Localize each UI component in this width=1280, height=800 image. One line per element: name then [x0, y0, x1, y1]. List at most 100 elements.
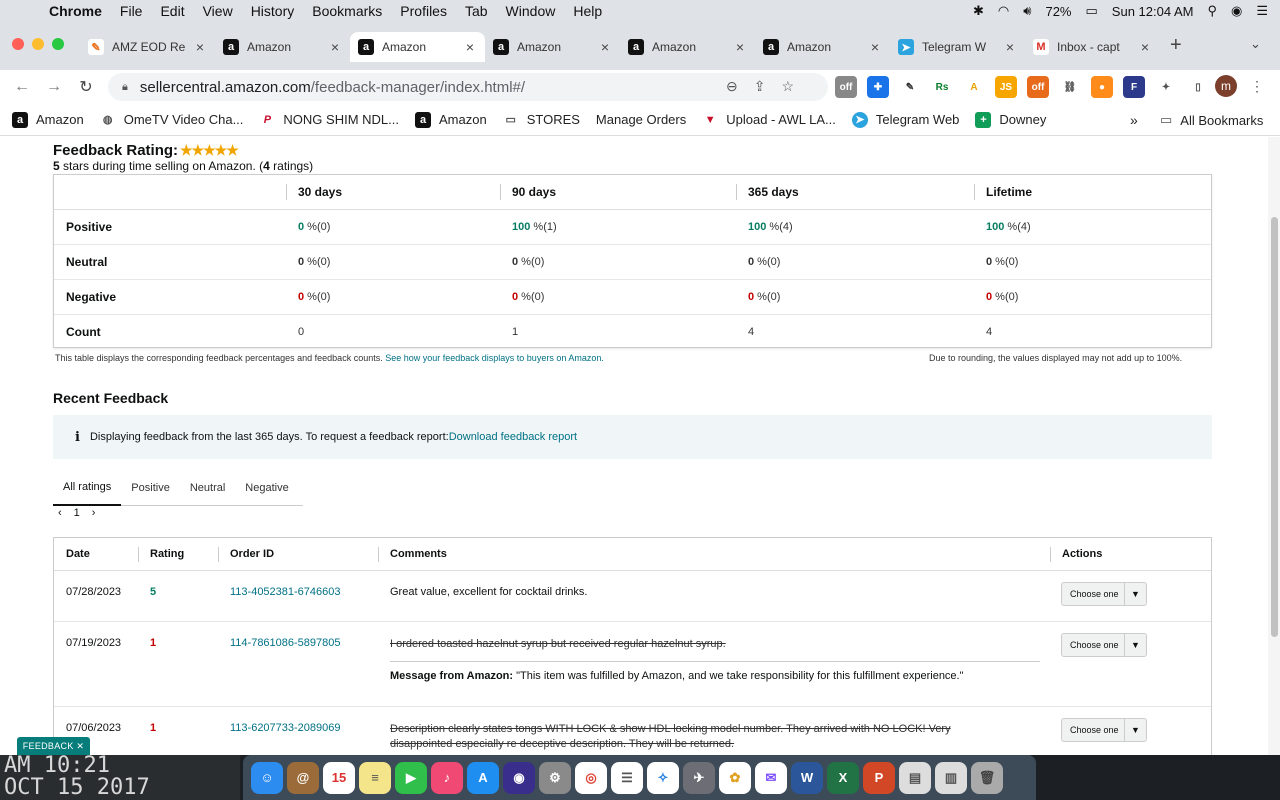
bookmark-stores[interactable]: ▭ STORES — [503, 112, 580, 128]
menubar-clock[interactable]: Sun 12:04 AM — [1112, 4, 1194, 19]
close-tab-icon[interactable]: × — [733, 39, 747, 55]
download-feedback-report-link[interactable]: Download feedback report — [449, 431, 577, 443]
system-preferences-icon[interactable]: ⚙ — [539, 761, 571, 794]
browser-tab[interactable]: a Amazon × — [485, 32, 620, 62]
reload-button[interactable]: ↻ — [70, 77, 102, 97]
finder-icon[interactable]: ☺ — [251, 761, 283, 794]
bookmark-nongshim[interactable]: P NONG SHIM NDL... — [259, 112, 399, 128]
close-tab-icon[interactable]: × — [868, 39, 882, 55]
menu-file[interactable]: File — [111, 3, 152, 19]
choose-action-dropdown[interactable]: Choose one ▼ — [1061, 718, 1147, 742]
reminders-icon[interactable]: ☰ — [611, 761, 643, 794]
minimize-window-button[interactable] — [32, 38, 44, 50]
forward-button[interactable]: → — [38, 78, 70, 96]
close-tab-icon[interactable]: × — [328, 39, 342, 55]
bookmark-downey[interactable]: + Downey — [975, 111, 1046, 128]
lock-icon[interactable]: 🔒︎ — [122, 81, 128, 94]
photos-icon[interactable]: ✿ — [719, 761, 751, 794]
menu-history[interactable]: History — [242, 3, 304, 19]
bookmark-upload-awl[interactable]: ▼ Upload - AWL LA... — [702, 112, 836, 128]
extension-f-icon[interactable]: F — [1123, 76, 1145, 98]
calendar-icon[interactable]: 15 — [323, 761, 355, 794]
browser-tab[interactable]: ➤ Telegram W × — [890, 32, 1025, 62]
new-tab-button[interactable]: + — [1170, 34, 1182, 57]
bookmarks-overflow-button[interactable]: » — [1130, 112, 1138, 128]
close-tab-icon[interactable]: × — [193, 39, 207, 55]
menu-bookmarks[interactable]: Bookmarks — [303, 3, 391, 19]
browser-tab[interactable]: a Amazon × — [350, 32, 485, 62]
order-id-link[interactable]: 113-4052381-6746603 — [230, 586, 341, 598]
volume-icon[interactable]: 🔊︎ — [1023, 3, 1031, 19]
trash-icon[interactable]: 🗑︎ — [971, 761, 1003, 794]
back-button[interactable]: ← — [6, 78, 38, 96]
powerpoint-icon[interactable]: P — [863, 761, 895, 794]
browser-tab[interactable]: M Inbox - capt × — [1025, 32, 1160, 62]
order-id-link[interactable]: 114-7861086-5897805 — [230, 637, 341, 649]
choose-action-dropdown[interactable]: Choose one ▼ — [1061, 582, 1147, 606]
messenger-icon[interactable]: ✉ — [755, 761, 787, 794]
bluetooth-icon[interactable]: ✱ — [973, 3, 984, 19]
browser-tab[interactable]: ✎ AMZ EOD Re × — [80, 32, 215, 62]
close-tab-icon[interactable]: × — [1138, 39, 1152, 55]
close-tab-icon[interactable]: × — [598, 39, 612, 55]
extension-blue-icon[interactable]: ✚ — [867, 76, 889, 98]
contacts-icon[interactable]: @ — [287, 761, 319, 794]
app-store-icon[interactable]: A — [467, 761, 499, 794]
battery-icon[interactable]: ▭ — [1086, 3, 1098, 19]
extension-link-icon[interactable]: ⛓ — [1059, 76, 1081, 98]
bookmark-manage-orders[interactable]: Manage Orders — [596, 112, 686, 127]
browser-tab[interactable]: a Amazon × — [215, 32, 350, 62]
document-stack-icon[interactable]: ▤ — [899, 761, 931, 794]
extension-ascii-icon[interactable]: A — [963, 76, 985, 98]
extension-orange-icon[interactable]: ● — [1091, 76, 1113, 98]
order-id-link[interactable]: 113-6207733-2089069 — [230, 722, 341, 734]
extension-js-icon[interactable]: JS — [995, 76, 1017, 98]
menu-edit[interactable]: Edit — [151, 3, 193, 19]
extension-coupon-icon[interactable]: off — [1027, 76, 1049, 98]
feedback-widget-button[interactable]: FEEDBACK ✕ — [17, 737, 90, 755]
music-icon[interactable]: ♪ — [431, 761, 463, 794]
menu-help[interactable]: Help — [564, 3, 611, 19]
bookmark-star-icon[interactable]: ☆ — [781, 78, 794, 95]
tab-negative[interactable]: Negative — [235, 471, 298, 506]
bookmark-ometv[interactable]: ◍ OmeTV Video Cha... — [100, 112, 244, 128]
extensions-puzzle-icon[interactable]: ✦ — [1155, 76, 1177, 98]
header-date[interactable]: Date — [66, 548, 90, 560]
close-tab-icon[interactable]: × — [1003, 39, 1017, 55]
close-window-button[interactable] — [12, 38, 24, 50]
battery-percent[interactable]: 72% — [1045, 4, 1071, 19]
scrollbar-thumb[interactable] — [1271, 217, 1278, 637]
siri-app-icon[interactable]: ◉ — [503, 761, 535, 794]
side-panel-icon[interactable]: ▯ — [1187, 76, 1209, 98]
chrome-icon[interactable]: ◎ — [575, 761, 607, 794]
tab-positive[interactable]: Positive — [121, 471, 180, 506]
header-order-id[interactable]: Order ID — [230, 548, 274, 560]
excel-icon[interactable]: X — [827, 761, 859, 794]
bookmark-amazon[interactable]: a Amazon — [12, 111, 84, 128]
extension-off-icon[interactable]: off — [835, 76, 857, 98]
extension-rs-icon[interactable]: Rs — [931, 76, 953, 98]
menu-view[interactable]: View — [194, 3, 242, 19]
menu-window[interactable]: Window — [497, 3, 565, 19]
browser-tab[interactable]: a Amazon × — [620, 32, 755, 62]
extension-pen-icon[interactable]: ✎ — [899, 76, 921, 98]
close-tab-icon[interactable]: × — [463, 39, 477, 55]
menu-profiles[interactable]: Profiles — [391, 3, 456, 19]
siri-icon[interactable]: ◉ — [1231, 3, 1242, 19]
tab-all-ratings[interactable]: All ratings — [53, 471, 122, 506]
launchpad-icon[interactable]: ✈ — [683, 761, 715, 794]
spotlight-search-icon[interactable]: ⚲ — [1207, 3, 1217, 19]
menu-app-name[interactable]: Chrome — [40, 3, 111, 19]
address-bar[interactable]: 🔒︎ sellercentral.amazon.com/feedback-man… — [108, 73, 828, 101]
maximize-window-button[interactable] — [52, 38, 64, 50]
facetime-icon[interactable]: ▶ — [395, 761, 427, 794]
all-bookmarks-button[interactable]: ▭ All Bookmarks — [1160, 112, 1263, 128]
bookmark-telegram[interactable]: ➤ Telegram Web — [851, 111, 959, 128]
browser-tab[interactable]: a Amazon × — [755, 32, 890, 62]
bookmark-amazon-2[interactable]: a Amazon — [415, 111, 487, 128]
current-page[interactable]: 1 — [74, 507, 80, 519]
control-center-icon[interactable]: ☰ — [1256, 3, 1268, 19]
share-icon[interactable]: ⇪ — [754, 78, 766, 95]
choose-action-dropdown[interactable]: Choose one ▼ — [1061, 633, 1147, 657]
how-feedback-displays-link[interactable]: See how your feedback displays to buyers… — [385, 353, 604, 363]
